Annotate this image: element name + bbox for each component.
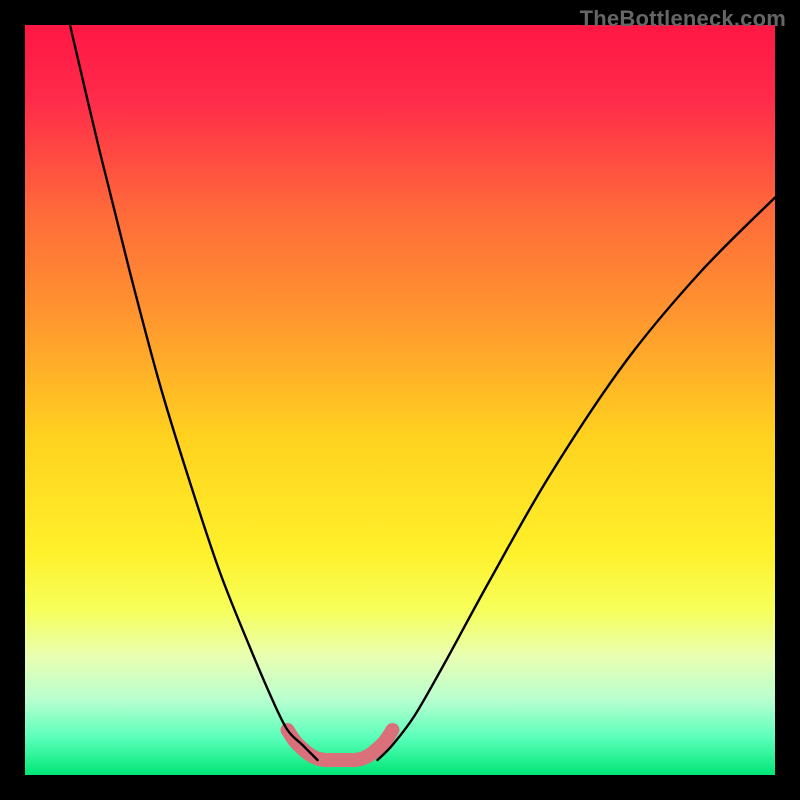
curves-layer [25, 25, 775, 775]
plot-area [25, 25, 775, 775]
left-curve [70, 25, 318, 760]
right-curve [378, 198, 776, 761]
chart-frame: TheBottleneck.com [0, 0, 800, 800]
watermark-text: TheBottleneck.com [580, 6, 786, 32]
